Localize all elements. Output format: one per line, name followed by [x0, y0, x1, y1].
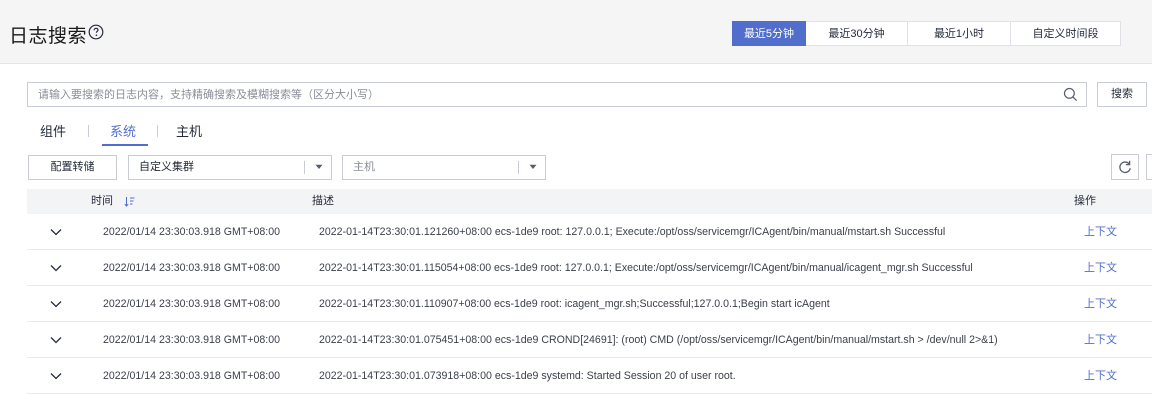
active-tab-indicator — [102, 144, 148, 146]
table-header: 时间 描述 操作 — [27, 189, 1152, 214]
row-time: 2022/01/14 23:30:03.918 GMT+08:00 — [103, 370, 280, 382]
log-type-tabs: 组件 系统 主机 — [0, 118, 1152, 146]
tab-system[interactable]: 系统 — [110, 121, 136, 140]
chevron-down-icon[interactable] — [50, 264, 62, 272]
caret-down-icon — [529, 164, 537, 169]
time-range-5min[interactable]: 最近5分钟 — [732, 21, 806, 46]
select-divider — [304, 161, 305, 174]
config-dump-button[interactable]: 配置转储 — [28, 155, 117, 180]
tab-divider — [157, 125, 158, 137]
caret-down-icon — [315, 164, 323, 169]
refresh-icon — [1119, 160, 1131, 174]
search-input[interactable] — [28, 83, 1048, 106]
cluster-select-value: 自定义集群 — [139, 161, 194, 173]
row-desc: 2022-01-14T23:30:01.110907+08:00 ecs-1de… — [319, 298, 830, 310]
time-range-custom[interactable]: 自定义时间段 — [1011, 21, 1121, 46]
column-header-action: 操作 — [1074, 195, 1096, 207]
chevron-down-icon[interactable] — [50, 228, 62, 236]
tab-divider — [88, 125, 89, 137]
row-time: 2022/01/14 23:30:03.918 GMT+08:00 — [103, 334, 280, 346]
table-row: 2022/01/14 23:30:03.918 GMT+08:00 2022-0… — [27, 287, 1152, 322]
export-icon — [1147, 155, 1152, 179]
chevron-down-icon[interactable] — [50, 372, 62, 380]
row-desc: 2022-01-14T23:30:01.075451+08:00 ecs-1de… — [319, 334, 998, 346]
host-select-placeholder: 主机 — [353, 161, 375, 173]
context-link[interactable]: 上下文 — [1084, 251, 1117, 286]
table-row: 2022/01/14 23:30:03.918 GMT+08:00 2022-0… — [27, 251, 1152, 286]
tab-host[interactable]: 主机 — [176, 121, 202, 140]
cluster-select[interactable]: 自定义集群 — [128, 155, 332, 180]
context-link[interactable]: 上下文 — [1084, 359, 1117, 394]
table-row: 2022/01/14 23:30:03.918 GMT+08:00 2022-0… — [27, 359, 1152, 394]
row-desc: 2022-01-14T23:30:01.121260+08:00 ecs-1de… — [319, 226, 946, 238]
table-row: 2022/01/14 23:30:03.918 GMT+08:00 2022-0… — [27, 215, 1152, 250]
export-button[interactable] — [1146, 154, 1152, 180]
search-button[interactable]: 搜索 — [1097, 82, 1147, 107]
sort-icon[interactable] — [124, 196, 135, 207]
column-header-time[interactable]: 时间 — [91, 189, 113, 214]
row-time: 2022/01/14 23:30:03.918 GMT+08:00 — [103, 226, 280, 238]
page-title: 日志搜索 — [9, 26, 88, 47]
tab-component[interactable]: 组件 — [40, 121, 66, 140]
search-icon[interactable] — [1063, 87, 1078, 102]
context-link[interactable]: 上下文 — [1084, 215, 1117, 250]
row-time: 2022/01/14 23:30:03.918 GMT+08:00 — [103, 298, 280, 310]
context-link[interactable]: 上下文 — [1084, 287, 1117, 322]
question-circle-icon[interactable] — [88, 24, 104, 40]
row-time: 2022/01/14 23:30:03.918 GMT+08:00 — [103, 262, 280, 274]
refresh-button[interactable] — [1111, 154, 1139, 180]
time-range-tabs: 最近5分钟 最近30分钟 最近1小时 自定义时间段 — [732, 21, 1121, 46]
row-desc: 2022-01-14T23:30:01.073918+08:00 ecs-1de… — [319, 370, 736, 382]
column-header-desc: 描述 — [312, 195, 334, 207]
select-divider — [518, 161, 519, 174]
time-range-1hour[interactable]: 最近1小时 — [908, 21, 1011, 46]
context-link[interactable]: 上下文 — [1084, 323, 1117, 358]
chevron-down-icon[interactable] — [50, 300, 62, 308]
row-desc: 2022-01-14T23:30:01.115054+08:00 ecs-1de… — [319, 262, 973, 274]
page-header: 日志搜索 最近5分钟 最近30分钟 最近1小时 自定义时间段 — [0, 0, 1152, 64]
host-select[interactable]: 主机 — [342, 155, 546, 180]
chevron-down-icon[interactable] — [50, 336, 62, 344]
table-row: 2022/01/14 23:30:03.918 GMT+08:00 2022-0… — [27, 323, 1152, 358]
time-range-30min[interactable]: 最近30分钟 — [806, 21, 908, 46]
search-box — [27, 82, 1087, 107]
